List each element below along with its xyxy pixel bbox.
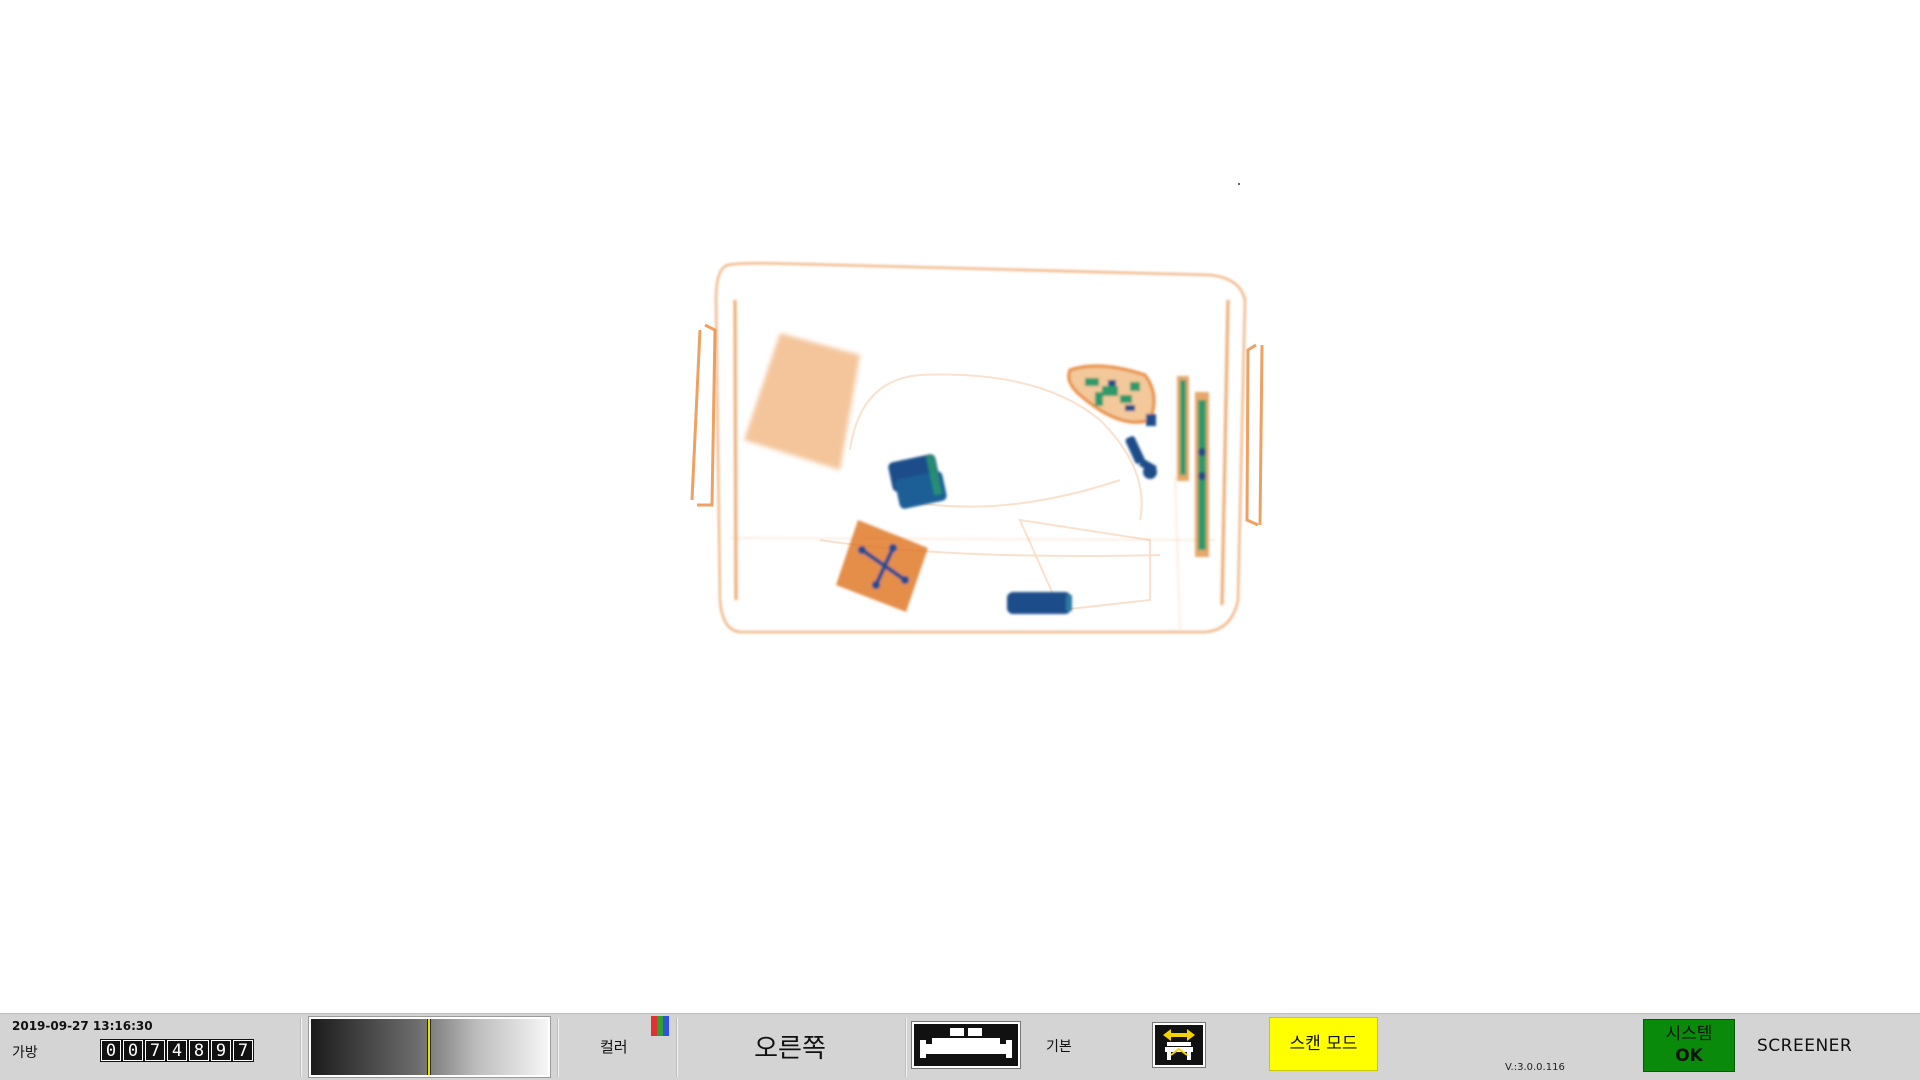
xray-baggage-image — [690, 183, 1264, 633]
bag-label: 가방 — [12, 1045, 38, 1061]
status-bar: 2019-09-27 13:16:30 가방 0 0 7 4 8 9 7 컬러 … — [0, 1013, 1920, 1080]
scanner-function-button[interactable] — [1152, 1022, 1206, 1068]
system-status-value: OK — [1675, 1046, 1703, 1066]
bag-counter-digit: 0 — [100, 1039, 122, 1062]
battery-cell — [1007, 592, 1072, 614]
organic-block — [744, 333, 860, 470]
bag-counter-digit: 7 — [144, 1039, 166, 1062]
scanner-function-icon — [1163, 1029, 1195, 1060]
gray-level-slider[interactable] — [308, 1016, 551, 1078]
battery-pack — [888, 454, 947, 509]
bag-counter-digit: 4 — [166, 1039, 188, 1062]
color-mode-label[interactable]: 컬러 — [600, 1036, 628, 1057]
gray-level-marker[interactable] — [427, 1019, 431, 1075]
color-palette-icon[interactable] — [651, 1016, 669, 1036]
version-label: V.:3.0.0.116 — [1505, 1062, 1565, 1073]
bag-counter-digit: 9 — [210, 1039, 232, 1062]
system-status-indicator: 시스템 OK — [1643, 1019, 1735, 1072]
organic-box — [836, 520, 928, 612]
scan-mode-button[interactable]: 스캔 모드 — [1269, 1017, 1378, 1071]
direction-label[interactable]: 오른쪽 — [680, 1028, 900, 1065]
electronics-pouch — [1067, 364, 1156, 426]
conveyor-belt-button[interactable] — [911, 1021, 1021, 1069]
bag-counter-digit: 8 — [188, 1039, 210, 1062]
bag-counter-digit: 7 — [232, 1039, 254, 1062]
xray-viewport[interactable] — [0, 0, 1920, 1013]
device-strip — [1177, 376, 1209, 557]
bag-counter: 0 0 7 4 8 9 7 — [100, 1039, 254, 1062]
mode-label[interactable]: 기본 — [1046, 1036, 1072, 1056]
color-bar-blue — [663, 1016, 669, 1036]
conveyor-belt-icon — [920, 1028, 1012, 1058]
bag-counter-digit: 0 — [122, 1039, 144, 1062]
user-role-label: SCREENER — [1757, 1036, 1853, 1056]
system-status-label: 시스템 — [1665, 1024, 1713, 1044]
datetime-readout: 2019-09-27 13:16:30 — [12, 1019, 153, 1033]
